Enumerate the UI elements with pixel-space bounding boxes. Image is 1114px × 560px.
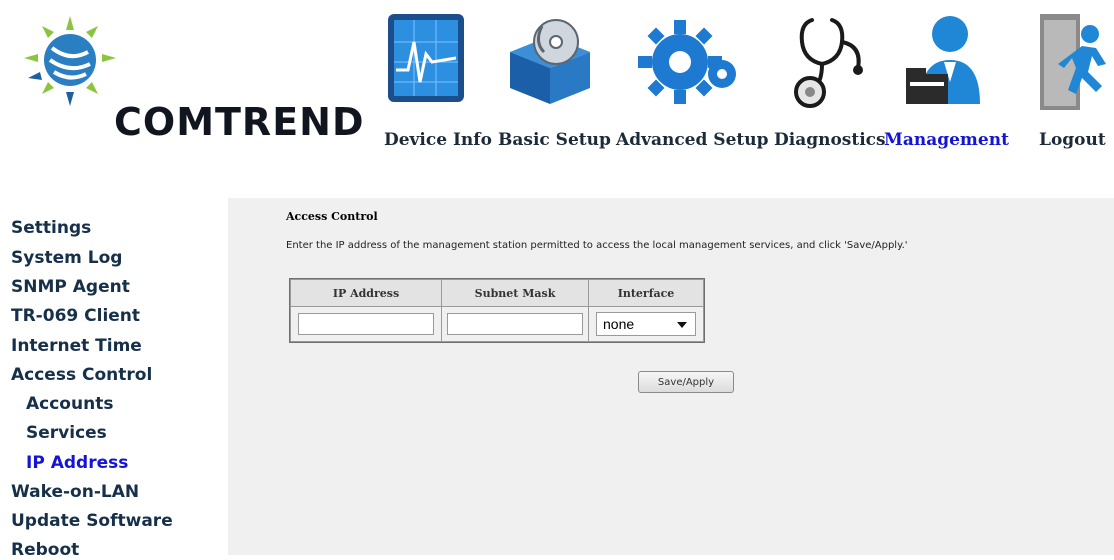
brand-name: COMTREND: [114, 100, 365, 144]
nav-label: Device Info: [384, 130, 492, 150]
menu-services[interactable]: Services: [26, 423, 107, 443]
subnet-mask-cell: [441, 306, 589, 342]
column-header-ip-address: IP Address: [290, 279, 442, 307]
ip-address-cell: [290, 306, 442, 342]
box-cd-icon: [504, 12, 596, 112]
menu-reboot[interactable]: Reboot: [11, 540, 79, 560]
comtrend-logo: COMTREND: [18, 12, 368, 162]
nav-label: Diagnostics: [774, 130, 886, 150]
left-menu: Settings System Log SNMP Agent TR-069 Cl…: [0, 198, 228, 560]
menu-accounts[interactable]: Accounts: [26, 394, 113, 414]
instructions-text: Enter the IP address of the management s…: [286, 240, 908, 251]
interface-selected-value: none: [603, 316, 635, 332]
nav-label: Basic Setup: [498, 130, 611, 150]
main-content: Access Control Enter the IP address of t…: [228, 198, 1114, 555]
menu-ip-address[interactable]: IP Address: [26, 453, 128, 473]
save-apply-button[interactable]: Save/Apply: [638, 371, 734, 393]
column-header-subnet-mask: Subnet Mask: [441, 279, 589, 307]
nav-label: Management: [884, 130, 1009, 150]
gears-icon: [638, 12, 742, 112]
access-control-table: IP Address Subnet Mask Interface none: [289, 278, 705, 343]
running-exit-icon: [1036, 12, 1114, 116]
subnet-mask-input[interactable]: [447, 313, 583, 335]
nav-label: Advanced Setup: [616, 130, 769, 150]
sunburst-logo-icon: [24, 16, 116, 106]
manager-user-icon: [904, 12, 994, 112]
header: COMTREND Device Info Basic Setup Advance…: [0, 0, 1114, 198]
column-header-interface: Interface: [588, 279, 704, 307]
interface-select[interactable]: none: [596, 312, 696, 336]
device-info-chart-icon: [386, 12, 466, 108]
menu-settings[interactable]: Settings: [11, 218, 91, 238]
menu-update-software[interactable]: Update Software: [11, 511, 173, 531]
interface-cell: none: [588, 306, 704, 342]
stethoscope-icon: [784, 12, 874, 112]
menu-wake-on-lan[interactable]: Wake-on-LAN: [11, 482, 139, 502]
chevron-down-icon: [677, 322, 687, 328]
ip-address-input[interactable]: [298, 313, 434, 335]
menu-system-log[interactable]: System Log: [11, 248, 122, 268]
menu-snmp-agent[interactable]: SNMP Agent: [11, 277, 130, 297]
menu-access-control[interactable]: Access Control: [11, 365, 152, 385]
menu-tr069-client[interactable]: TR-069 Client: [11, 306, 140, 326]
nav-label: Logout: [1039, 130, 1106, 150]
menu-internet-time[interactable]: Internet Time: [11, 336, 142, 356]
page-title: Access Control: [286, 210, 378, 223]
